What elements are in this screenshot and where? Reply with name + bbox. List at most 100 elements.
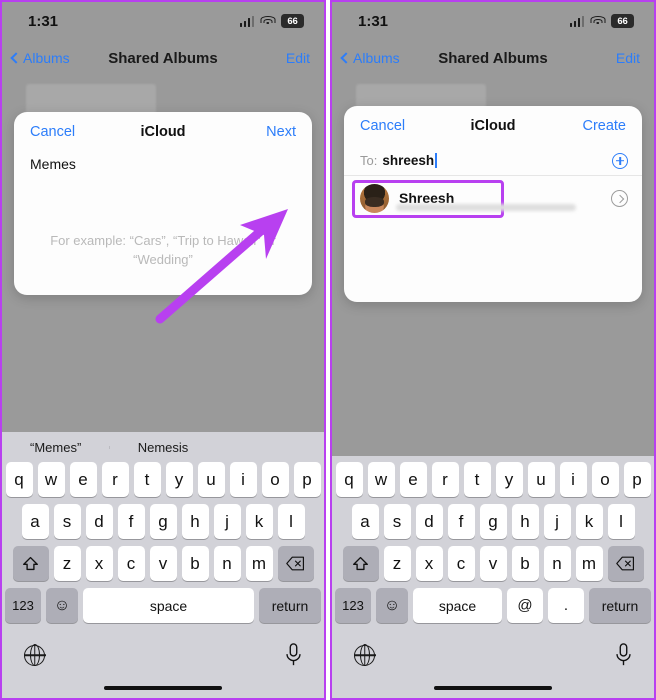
key-q[interactable]: q (335, 462, 363, 497)
key-h[interactable]: h (181, 504, 209, 539)
edit-button[interactable]: Edit (286, 50, 310, 66)
cellular-signal-icon (239, 15, 254, 27)
key-h[interactable]: h (511, 504, 539, 539)
key-r[interactable]: r (431, 462, 459, 497)
battery-icon: 66 (611, 14, 634, 28)
microphone-icon[interactable] (615, 643, 632, 667)
key-s[interactable]: s (383, 504, 411, 539)
key-i[interactable]: i (229, 462, 257, 497)
contact-detail-redacted (396, 204, 576, 211)
key-f[interactable]: f (447, 504, 475, 539)
plus-circle-icon[interactable] (612, 152, 628, 169)
status-indicators: 66 (239, 14, 304, 28)
key-y[interactable]: y (495, 462, 523, 497)
new-shared-album-dialog: Cancel iCloud Next Memes For example: “C… (14, 112, 312, 295)
keyboard-row-1: q w e r t y u i o p (332, 456, 654, 497)
space-key[interactable]: space (83, 588, 254, 623)
suggestion-item[interactable]: Nemesis (109, 440, 216, 455)
key-p[interactable]: p (293, 462, 321, 497)
key-y[interactable]: y (165, 462, 193, 497)
return-key[interactable]: return (259, 588, 321, 623)
key-a[interactable]: a (21, 504, 49, 539)
edit-button[interactable]: Edit (616, 50, 640, 66)
key-n[interactable]: n (213, 546, 241, 581)
shift-key[interactable] (12, 546, 49, 581)
content-area: Cancel iCloud Create To: shreesh Shreesh (332, 76, 654, 456)
key-q[interactable]: q (5, 462, 33, 497)
chevron-right-circle-icon[interactable] (611, 190, 628, 207)
key-w[interactable]: w (37, 462, 65, 497)
keyboard-row-2: a s d f g h j k l (332, 504, 654, 539)
back-button[interactable]: Albums (10, 50, 70, 66)
key-t[interactable]: t (463, 462, 491, 497)
globe-language-icon[interactable] (354, 644, 375, 666)
key-c[interactable]: c (117, 546, 145, 581)
emoji-smiley-icon[interactable]: ☺ (46, 588, 78, 623)
key-x[interactable]: x (85, 546, 113, 581)
emoji-smiley-icon[interactable]: ☺ (376, 588, 408, 623)
key-d[interactable]: d (85, 504, 113, 539)
space-key[interactable]: space (413, 588, 502, 623)
key-k[interactable]: k (575, 504, 603, 539)
key-z[interactable]: z (383, 546, 411, 581)
shift-key[interactable] (342, 546, 379, 581)
key-p[interactable]: p (623, 462, 651, 497)
chevron-left-icon (10, 52, 22, 64)
next-button[interactable]: Next (266, 124, 296, 140)
dialog-toolbar: Cancel iCloud Create (344, 106, 642, 146)
cancel-button[interactable]: Cancel (360, 118, 405, 134)
microphone-icon[interactable] (285, 643, 302, 667)
key-k[interactable]: k (245, 504, 273, 539)
on-screen-keyboard: q w e r t y u i o p a s d f g h j k l z … (332, 456, 654, 698)
key-g[interactable]: g (149, 504, 177, 539)
shift-arrow-icon (353, 556, 368, 571)
key-m[interactable]: m (575, 546, 603, 581)
key-b[interactable]: b (511, 546, 539, 581)
key-g[interactable]: g (479, 504, 507, 539)
key-l[interactable]: l (607, 504, 635, 539)
key-v[interactable]: v (149, 546, 177, 581)
back-button[interactable]: Albums (340, 50, 400, 66)
key-c[interactable]: c (447, 546, 475, 581)
key-f[interactable]: f (117, 504, 145, 539)
key-o[interactable]: o (261, 462, 289, 497)
to-field-input[interactable]: shreesh (382, 153, 434, 168)
key-o[interactable]: o (591, 462, 619, 497)
delete-key[interactable] (277, 546, 314, 581)
wifi-icon (260, 15, 275, 27)
key-z[interactable]: z (53, 546, 81, 581)
period-key[interactable]: . (548, 588, 584, 623)
suggestion-item[interactable]: “Memes” (2, 440, 109, 455)
key-l[interactable]: l (277, 504, 305, 539)
key-d[interactable]: d (415, 504, 443, 539)
status-bar: 1:31 66 (2, 2, 324, 40)
key-r[interactable]: r (101, 462, 129, 497)
key-j[interactable]: j (213, 504, 241, 539)
key-s[interactable]: s (53, 504, 81, 539)
numbers-key[interactable]: 123 (5, 588, 41, 623)
cancel-button[interactable]: Cancel (30, 124, 75, 140)
key-j[interactable]: j (543, 504, 571, 539)
key-t[interactable]: t (133, 462, 161, 497)
numbers-key[interactable]: 123 (335, 588, 371, 623)
key-e[interactable]: e (69, 462, 97, 497)
album-name-input[interactable]: Memes (14, 152, 312, 172)
create-button[interactable]: Create (582, 118, 626, 134)
key-a[interactable]: a (351, 504, 379, 539)
at-sign-key[interactable]: @ (507, 588, 543, 623)
key-u[interactable]: u (197, 462, 225, 497)
globe-language-icon[interactable] (24, 644, 45, 666)
contact-suggestion-row[interactable]: Shreesh (344, 176, 642, 220)
key-w[interactable]: w (367, 462, 395, 497)
to-field-row[interactable]: To: shreesh (344, 146, 642, 176)
key-u[interactable]: u (527, 462, 555, 497)
key-b[interactable]: b (181, 546, 209, 581)
key-x[interactable]: x (415, 546, 443, 581)
return-key[interactable]: return (589, 588, 651, 623)
key-v[interactable]: v (479, 546, 507, 581)
delete-key[interactable] (607, 546, 644, 581)
key-e[interactable]: e (399, 462, 427, 497)
key-i[interactable]: i (559, 462, 587, 497)
key-m[interactable]: m (245, 546, 273, 581)
key-n[interactable]: n (543, 546, 571, 581)
